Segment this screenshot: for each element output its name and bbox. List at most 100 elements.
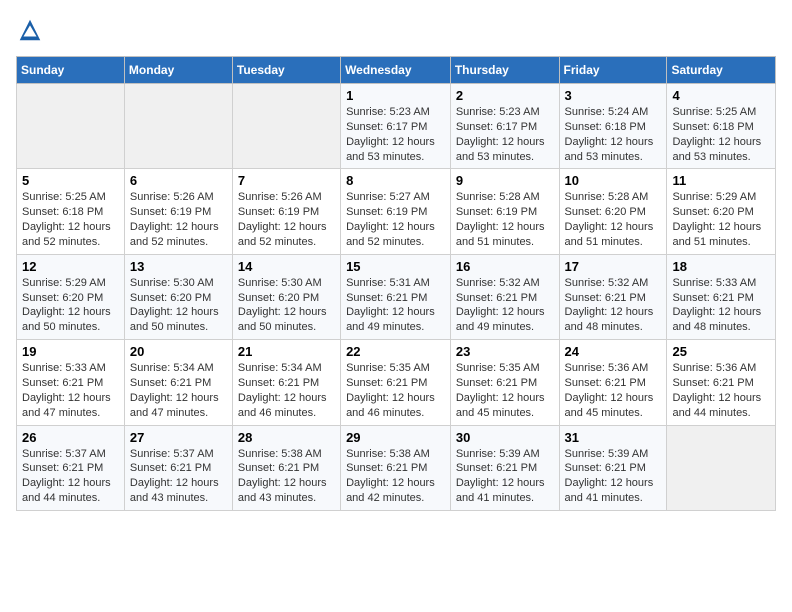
cell-daylight: Daylight: 12 hours and 48 minutes. [672,306,761,333]
cell-sunset: Sunset: 6:20 PM [130,292,211,304]
cell-daylight: Daylight: 12 hours and 50 minutes. [130,306,219,333]
cell-sunrise: Sunrise: 5:34 AM [130,362,214,374]
cell-sunset: Sunset: 6:21 PM [565,292,646,304]
cell-sunrise: Sunrise: 5:30 AM [238,277,322,289]
cell-daylight: Daylight: 12 hours and 49 minutes. [346,306,435,333]
day-number: 13 [130,259,227,274]
cell-daylight: Daylight: 12 hours and 43 minutes. [238,477,327,504]
cell-daylight: Daylight: 12 hours and 53 minutes. [565,136,654,163]
calendar-cell: 24 Sunrise: 5:36 AM Sunset: 6:21 PM Dayl… [559,340,667,425]
weekday-header: Monday [124,57,232,84]
calendar-week-row: 1 Sunrise: 5:23 AM Sunset: 6:17 PM Dayli… [17,84,776,169]
calendar-cell: 14 Sunrise: 5:30 AM Sunset: 6:20 PM Dayl… [232,254,340,339]
cell-daylight: Daylight: 12 hours and 48 minutes. [565,306,654,333]
day-number: 8 [346,173,445,188]
day-number: 9 [456,173,554,188]
weekday-header: Sunday [17,57,125,84]
calendar-cell [667,425,776,510]
cell-sunset: Sunset: 6:21 PM [238,462,319,474]
cell-sunrise: Sunrise: 5:28 AM [456,191,540,203]
calendar-week-row: 26 Sunrise: 5:37 AM Sunset: 6:21 PM Dayl… [17,425,776,510]
cell-daylight: Daylight: 12 hours and 44 minutes. [672,392,761,419]
cell-sunset: Sunset: 6:21 PM [565,377,646,389]
day-number: 31 [565,430,662,445]
cell-daylight: Daylight: 12 hours and 46 minutes. [238,392,327,419]
calendar-week-row: 19 Sunrise: 5:33 AM Sunset: 6:21 PM Dayl… [17,340,776,425]
calendar-cell: 4 Sunrise: 5:25 AM Sunset: 6:18 PM Dayli… [667,84,776,169]
cell-sunrise: Sunrise: 5:33 AM [22,362,106,374]
cell-sunset: Sunset: 6:21 PM [130,462,211,474]
calendar-cell: 20 Sunrise: 5:34 AM Sunset: 6:21 PM Dayl… [124,340,232,425]
day-number: 7 [238,173,335,188]
cell-sunrise: Sunrise: 5:34 AM [238,362,322,374]
calendar-cell: 1 Sunrise: 5:23 AM Sunset: 6:17 PM Dayli… [341,84,451,169]
cell-sunrise: Sunrise: 5:24 AM [565,106,649,118]
calendar-cell: 22 Sunrise: 5:35 AM Sunset: 6:21 PM Dayl… [341,340,451,425]
cell-daylight: Daylight: 12 hours and 52 minutes. [238,221,327,248]
cell-daylight: Daylight: 12 hours and 51 minutes. [456,221,545,248]
calendar-cell: 25 Sunrise: 5:36 AM Sunset: 6:21 PM Dayl… [667,340,776,425]
cell-sunset: Sunset: 6:21 PM [456,292,537,304]
cell-daylight: Daylight: 12 hours and 45 minutes. [565,392,654,419]
calendar-cell: 28 Sunrise: 5:38 AM Sunset: 6:21 PM Dayl… [232,425,340,510]
cell-sunset: Sunset: 6:17 PM [346,121,427,133]
cell-sunset: Sunset: 6:19 PM [346,206,427,218]
calendar-cell: 26 Sunrise: 5:37 AM Sunset: 6:21 PM Dayl… [17,425,125,510]
day-number: 29 [346,430,445,445]
cell-sunset: Sunset: 6:19 PM [238,206,319,218]
cell-sunset: Sunset: 6:18 PM [22,206,103,218]
day-number: 11 [672,173,770,188]
calendar-cell: 17 Sunrise: 5:32 AM Sunset: 6:21 PM Dayl… [559,254,667,339]
day-number: 27 [130,430,227,445]
calendar-cell: 23 Sunrise: 5:35 AM Sunset: 6:21 PM Dayl… [450,340,559,425]
cell-sunrise: Sunrise: 5:28 AM [565,191,649,203]
calendar-cell: 19 Sunrise: 5:33 AM Sunset: 6:21 PM Dayl… [17,340,125,425]
cell-sunrise: Sunrise: 5:33 AM [672,277,756,289]
calendar-cell: 31 Sunrise: 5:39 AM Sunset: 6:21 PM Dayl… [559,425,667,510]
cell-sunrise: Sunrise: 5:29 AM [672,191,756,203]
day-number: 21 [238,344,335,359]
cell-sunset: Sunset: 6:20 PM [22,292,103,304]
day-number: 22 [346,344,445,359]
cell-sunset: Sunset: 6:21 PM [22,462,103,474]
cell-daylight: Daylight: 12 hours and 53 minutes. [672,136,761,163]
calendar-cell: 15 Sunrise: 5:31 AM Sunset: 6:21 PM Dayl… [341,254,451,339]
calendar-cell: 6 Sunrise: 5:26 AM Sunset: 6:19 PM Dayli… [124,169,232,254]
cell-daylight: Daylight: 12 hours and 47 minutes. [130,392,219,419]
logo-icon [16,16,44,44]
calendar-cell: 30 Sunrise: 5:39 AM Sunset: 6:21 PM Dayl… [450,425,559,510]
day-number: 6 [130,173,227,188]
cell-sunrise: Sunrise: 5:36 AM [672,362,756,374]
weekday-header: Wednesday [341,57,451,84]
day-number: 26 [22,430,119,445]
calendar-cell: 13 Sunrise: 5:30 AM Sunset: 6:20 PM Dayl… [124,254,232,339]
cell-sunrise: Sunrise: 5:30 AM [130,277,214,289]
cell-sunrise: Sunrise: 5:23 AM [456,106,540,118]
day-number: 19 [22,344,119,359]
cell-daylight: Daylight: 12 hours and 44 minutes. [22,477,111,504]
weekday-header: Thursday [450,57,559,84]
calendar-cell: 11 Sunrise: 5:29 AM Sunset: 6:20 PM Dayl… [667,169,776,254]
day-number: 18 [672,259,770,274]
calendar-cell: 7 Sunrise: 5:26 AM Sunset: 6:19 PM Dayli… [232,169,340,254]
cell-sunrise: Sunrise: 5:36 AM [565,362,649,374]
cell-sunset: Sunset: 6:21 PM [672,377,753,389]
cell-daylight: Daylight: 12 hours and 53 minutes. [456,136,545,163]
day-number: 5 [22,173,119,188]
day-number: 1 [346,88,445,103]
cell-sunrise: Sunrise: 5:23 AM [346,106,430,118]
calendar-cell [17,84,125,169]
weekday-header-row: SundayMondayTuesdayWednesdayThursdayFrid… [17,57,776,84]
calendar-cell: 27 Sunrise: 5:37 AM Sunset: 6:21 PM Dayl… [124,425,232,510]
cell-sunset: Sunset: 6:20 PM [672,206,753,218]
cell-daylight: Daylight: 12 hours and 43 minutes. [130,477,219,504]
logo [16,16,48,44]
cell-sunset: Sunset: 6:19 PM [130,206,211,218]
cell-daylight: Daylight: 12 hours and 53 minutes. [346,136,435,163]
calendar-cell: 8 Sunrise: 5:27 AM Sunset: 6:19 PM Dayli… [341,169,451,254]
cell-sunrise: Sunrise: 5:25 AM [672,106,756,118]
cell-sunset: Sunset: 6:21 PM [346,462,427,474]
cell-daylight: Daylight: 12 hours and 46 minutes. [346,392,435,419]
cell-sunset: Sunset: 6:21 PM [238,377,319,389]
day-number: 15 [346,259,445,274]
